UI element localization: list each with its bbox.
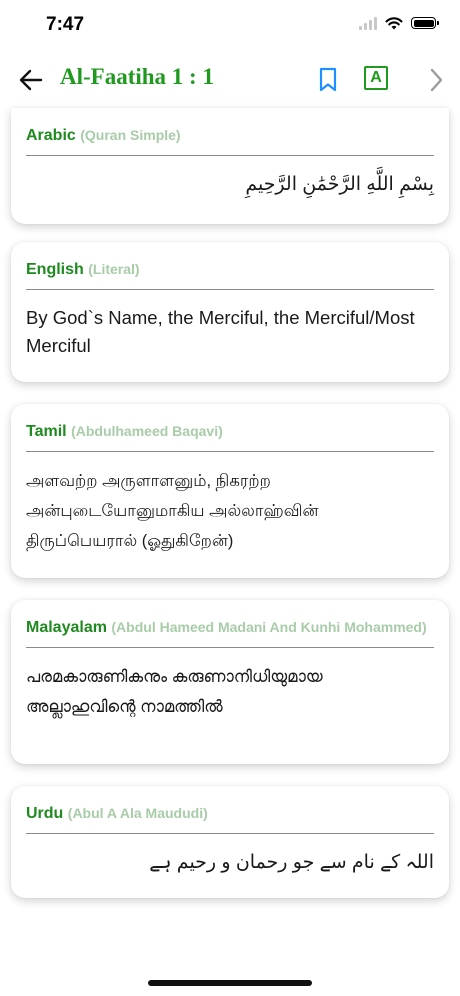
chevron-right-icon	[430, 68, 443, 92]
language-label: English	[26, 261, 84, 278]
page-title: Al-Faatiha 1 : 1	[60, 64, 214, 89]
back-button[interactable]	[16, 65, 46, 95]
language-label: Malayalam	[26, 619, 107, 636]
translator-label: (Abdulhameed Baqavi)	[71, 423, 223, 439]
translation-card-english: English (Literal) By God`s Name, the Mer…	[11, 242, 449, 382]
language-label: Urdu	[26, 805, 64, 822]
translator-label: (Quran Simple)	[80, 127, 181, 143]
translator-label: (Literal)	[88, 261, 140, 277]
font-settings-button[interactable]: A	[364, 66, 388, 90]
font-settings-icon: A	[370, 69, 382, 86]
language-label: Tamil	[26, 423, 67, 440]
home-indicator	[148, 980, 312, 986]
translation-card-tamil: Tamil (Abdulhameed Baqavi) அளவற்ற அருளாள…	[11, 404, 449, 578]
card-header: Urdu (Abul A Ala Maududi)	[26, 786, 434, 834]
status-time: 7:47	[46, 14, 85, 35]
card-header: Arabic (Quran Simple)	[26, 108, 434, 156]
navigation-bar: Al-Faatiha 1 : 1 A	[0, 54, 460, 104]
translator-label: (Abdul Hameed Madani And Kunhi Mohammed)	[111, 619, 427, 635]
card-header: English (Literal)	[26, 242, 434, 290]
language-label: Arabic	[26, 127, 76, 144]
arrow-left-icon	[19, 69, 43, 91]
verse-text: By God`s Name, the Merciful, the Mercifu…	[26, 307, 415, 356]
verse-text: പരമകാരുണികനും കരുണാനിധിയുമായ അല്ലാഹുവിന്…	[26, 668, 323, 716]
translation-card-urdu: Urdu (Abul A Ala Maududi) اللہ کے نام سے…	[11, 786, 449, 898]
verse-text: அளவற்ற அருளாளனும், நிகரற்ற அன்புடையோனுமா…	[26, 472, 319, 550]
translation-card-arabic: Arabic (Quran Simple) بِسْمِ اللَّهِ الر…	[11, 108, 449, 224]
battery-icon	[411, 17, 439, 29]
wifi-icon	[385, 17, 403, 30]
status-bar: 7:47	[0, 0, 460, 50]
bookmark-icon	[319, 67, 337, 92]
status-icons	[359, 16, 439, 30]
cellular-signal-icon	[359, 16, 377, 30]
next-verse-button[interactable]	[424, 67, 448, 93]
bookmark-button[interactable]	[316, 67, 340, 93]
translator-label: (Abul A Ala Maududi)	[67, 805, 208, 821]
translation-card-malayalam: Malayalam (Abdul Hameed Madani And Kunhi…	[11, 600, 449, 764]
verse-text: اللہ کے نام سے جو رحمان و رحیم ہے	[149, 852, 434, 873]
card-header: Malayalam (Abdul Hameed Madani And Kunhi…	[26, 600, 434, 648]
verse-text: بِسْمِ اللَّهِ الرَّحْمَٰنِ الرَّحِيمِ	[245, 174, 434, 195]
card-header: Tamil (Abdulhameed Baqavi)	[26, 404, 434, 452]
